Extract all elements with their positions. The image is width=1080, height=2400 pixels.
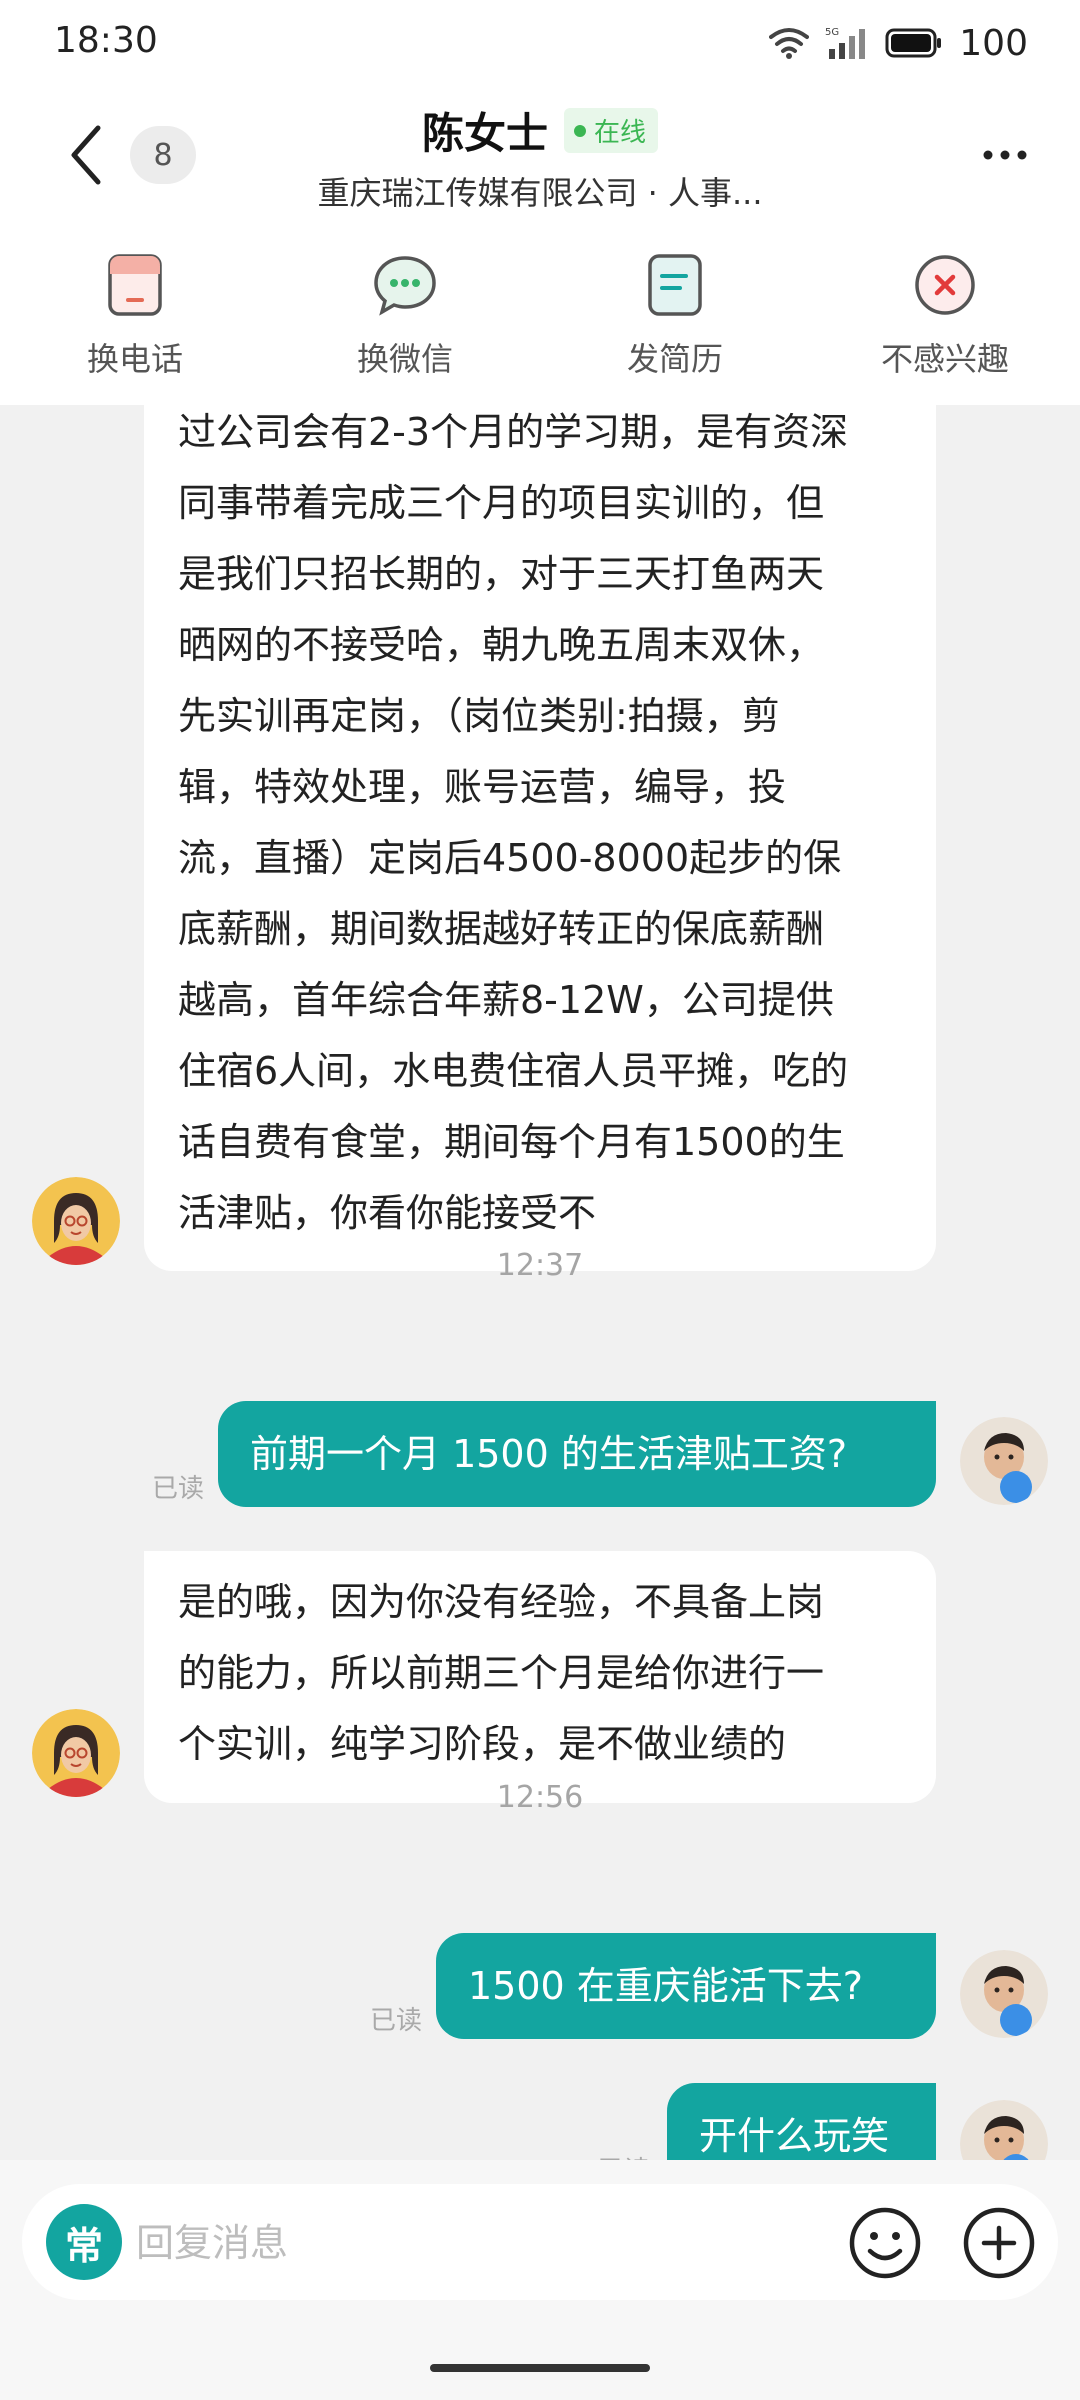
message-line: 辑，特效处理，账号运营，编导，投 (178, 765, 787, 809)
status-icons: 5G 100 (769, 18, 1028, 68)
status-time: 18:30 (54, 20, 158, 61)
message-line: 是我们只招长期的，对于三天打鱼两天 (178, 552, 825, 596)
message-line: 的能力，所以前期三个月是给你进行一 (178, 1651, 825, 1695)
status-bar: 18:30 5G 100 (0, 0, 1080, 90)
quick-action-bar: 换电话 换微信 发简历 不感兴趣 (0, 220, 1080, 405)
not-interested-icon (915, 255, 975, 315)
contact-name[interactable]: 陈女士 (422, 100, 548, 161)
more-options-icon[interactable] (980, 140, 1030, 170)
read-status: 已读 (152, 1474, 205, 1504)
message-timestamp: 12:37 (496, 1248, 584, 1283)
user-avatar[interactable] (960, 2100, 1048, 2160)
read-status: 已读 (370, 2006, 423, 2036)
message-line: 晒网的不接受哈，朝九晚五周末双休， (178, 623, 825, 667)
phone-swap-icon (108, 254, 162, 316)
common-phrases-button[interactable]: 常 (46, 2204, 122, 2280)
online-status-badge: 在线 (564, 108, 659, 153)
svg-text:5G: 5G (825, 27, 839, 38)
message-bubble-outgoing[interactable]: 前期一个月 1500 的生活津贴工资? (218, 1401, 936, 1507)
message-line: 话自费有食堂，期间每个月有1500的生 (178, 1120, 845, 1164)
message-line: 先实训再定岗，（岗位类别:拍摄，剪 (178, 694, 780, 738)
swap-wechat-label: 换微信 (356, 340, 453, 378)
battery-icon (885, 28, 942, 58)
user-avatar[interactable] (960, 1417, 1048, 1505)
send-resume-label: 发简历 (626, 340, 723, 378)
message-line: 过公司会有2-3个月的学习期，是有资深 (178, 410, 849, 454)
message-line: 住宿6人间，水电费住宿人员平摊，吃的 (178, 1049, 849, 1093)
contact-company[interactable]: 重庆瑞江传媒有限公司 · 人事... (0, 168, 1080, 214)
message-bubble-outgoing[interactable]: 1500 在重庆能活下去? (436, 1933, 936, 2039)
message-input-container: 常 (22, 2184, 1058, 2302)
contact-title-row: 陈女士 在线 (0, 100, 1080, 161)
wifi-icon (769, 28, 810, 59)
message-line: 底薪酬，期间数据越好转正的保底薪酬 (178, 907, 825, 951)
swap-phone-button[interactable]: 换电话 (0, 220, 270, 405)
read-status: 已读 (598, 2150, 650, 2160)
not-interested-label: 不感兴趣 (880, 340, 1009, 378)
message-line: 个实训，纯学习阶段，是不做业绩的 (178, 1722, 787, 1766)
message-timestamp: 12:56 (496, 1780, 584, 1815)
add-attachment-icon[interactable] (962, 2206, 1036, 2280)
signal-5g-icon: 5G (825, 27, 866, 59)
not-interested-button[interactable]: 不感兴趣 (810, 220, 1080, 405)
message-line: 同事带着完成三个月的项目实训的，但 (178, 481, 825, 525)
message-line: 流，直播）定岗后4500-8000起步的保 (178, 836, 842, 880)
message-line: 活津贴，你看你能接受不 (178, 1191, 597, 1235)
chat-message-list[interactable]: 过公司会有2-3个月的学习期，是有资深 同事带着完成三个月的项目实训的，但 是我… (0, 405, 1080, 2160)
user-avatar[interactable] (960, 1950, 1048, 2038)
message-bubble-incoming[interactable]: 是的哦，因为你没有经验，不具备上岗 的能力，所以前期三个月是给你进行一 个实训，… (144, 1551, 936, 1803)
online-label: 在线 (594, 118, 647, 148)
message-bubble-outgoing[interactable]: 开什么玩笑 (667, 2083, 936, 2160)
send-resume-button[interactable]: 发简历 (540, 220, 810, 405)
wechat-icon (374, 256, 436, 316)
emoji-icon[interactable] (848, 2206, 922, 2280)
message-input-bar: 常 (0, 2160, 1080, 2400)
message-bubble-incoming[interactable]: 过公司会有2-3个月的学习期，是有资深 同事带着完成三个月的项目实训的，但 是我… (144, 405, 936, 1271)
reply-input[interactable] (134, 2184, 858, 2302)
chat-header: 8 陈女士 在线 重庆瑞江传媒有限公司 · 人事... (0, 90, 1080, 220)
online-dot-icon (574, 124, 586, 137)
message-line: 越高，首年综合年薪8-12W，公司提供 (178, 978, 834, 1022)
battery-level: 100 (959, 22, 1028, 64)
swap-wechat-button[interactable]: 换微信 (270, 220, 540, 405)
home-indicator[interactable] (430, 2364, 650, 2372)
resume-icon (648, 254, 702, 316)
swap-phone-label: 换电话 (86, 340, 183, 378)
message-line: 是的哦，因为你没有经验，不具备上岗 (178, 1580, 825, 1624)
